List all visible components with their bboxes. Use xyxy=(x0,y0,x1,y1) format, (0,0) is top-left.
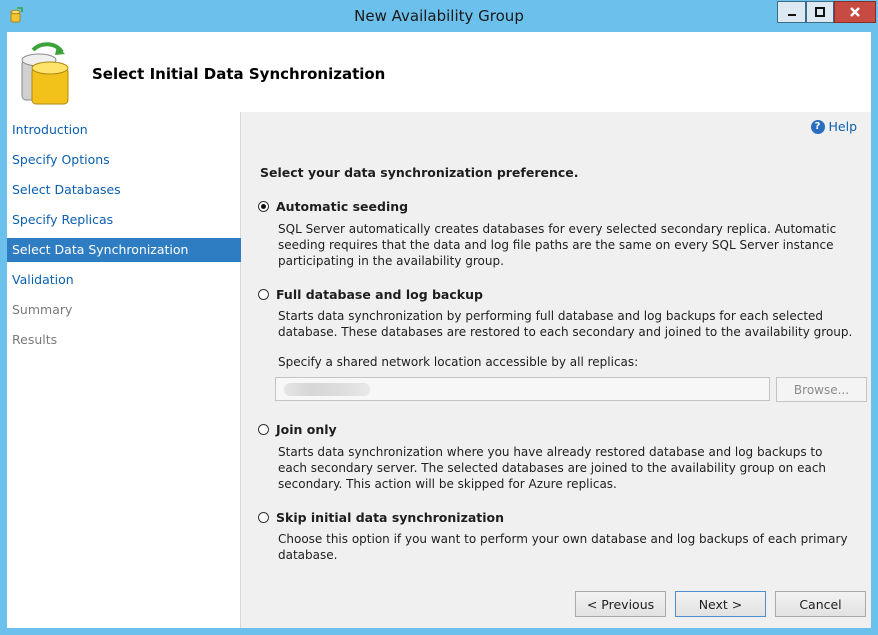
cancel-button[interactable]: Cancel xyxy=(775,591,866,617)
automatic-seeding-option[interactable]: Automatic seeding xyxy=(258,199,408,214)
full-backup-description: Starts data synchronization by performin… xyxy=(278,309,853,339)
maximize-icon xyxy=(815,7,825,17)
sync-preference-prompt: Select your data synchronization prefere… xyxy=(260,165,579,180)
wizard-header: Select Initial Data Synchronization xyxy=(7,32,871,112)
wizard-sidebar: Introduction Specify Options Select Data… xyxy=(7,112,241,628)
wizard-main: ? Help Select your data synchronization … xyxy=(242,112,871,628)
sidebar-item-introduction[interactable]: Introduction xyxy=(7,118,241,142)
help-label: Help xyxy=(828,119,858,134)
join-only-description: Starts data synchronization where you ha… xyxy=(278,445,827,491)
join-only-option[interactable]: Join only xyxy=(258,422,337,437)
skip-sync-description: Choose this option if you want to perfor… xyxy=(278,532,848,562)
join-only-radio[interactable] xyxy=(258,424,269,435)
skip-sync-radio[interactable] xyxy=(258,512,269,523)
redacted-path xyxy=(284,383,370,396)
automatic-seeding-description: SQL Server automatically creates databas… xyxy=(278,222,837,268)
sidebar-item-select-data-synchronization[interactable]: Select Data Synchronization xyxy=(7,238,241,262)
sidebar-item-specify-replicas[interactable]: Specify Replicas xyxy=(7,208,241,232)
help-link[interactable]: ? Help xyxy=(810,119,858,134)
minimize-icon xyxy=(787,14,796,16)
browse-button[interactable]: Browse... xyxy=(776,377,867,402)
window-title: New Availability Group xyxy=(354,7,524,25)
full-backup-radio[interactable] xyxy=(258,289,269,300)
next-button[interactable]: Next > xyxy=(675,591,766,617)
shared-location-label: Specify a shared network location access… xyxy=(278,355,639,369)
page-title: Select Initial Data Synchronization xyxy=(92,65,386,83)
sidebar-item-validation[interactable]: Validation xyxy=(7,268,241,292)
automatic-seeding-label: Automatic seeding xyxy=(276,199,409,214)
sidebar-item-specify-options[interactable]: Specify Options xyxy=(7,148,241,172)
wizard-client: Select Initial Data Synchronization Intr… xyxy=(7,32,871,628)
join-only-label: Join only xyxy=(276,422,337,437)
sidebar-item-select-databases[interactable]: Select Databases xyxy=(7,178,241,202)
title-bar: New Availability Group xyxy=(0,0,878,32)
skip-sync-label: Skip initial data synchronization xyxy=(276,510,505,525)
shared-location-input[interactable] xyxy=(275,377,770,401)
close-button[interactable] xyxy=(834,1,876,23)
window: New Availability Group Select Initial Da… xyxy=(0,0,878,635)
previous-button[interactable]: < Previous xyxy=(575,591,666,617)
close-icon xyxy=(850,7,860,17)
help-icon: ? xyxy=(810,119,825,134)
sidebar-item-results: Results xyxy=(12,332,58,347)
database-sync-icon xyxy=(17,40,73,106)
skip-sync-option[interactable]: Skip initial data synchronization xyxy=(258,510,504,525)
maximize-button[interactable] xyxy=(806,1,834,23)
minimize-button[interactable] xyxy=(777,1,806,23)
full-backup-label: Full database and log backup xyxy=(276,287,483,302)
automatic-seeding-radio[interactable] xyxy=(258,201,269,212)
sidebar-item-summary: Summary xyxy=(12,302,73,317)
full-backup-option[interactable]: Full database and log backup xyxy=(258,287,483,302)
